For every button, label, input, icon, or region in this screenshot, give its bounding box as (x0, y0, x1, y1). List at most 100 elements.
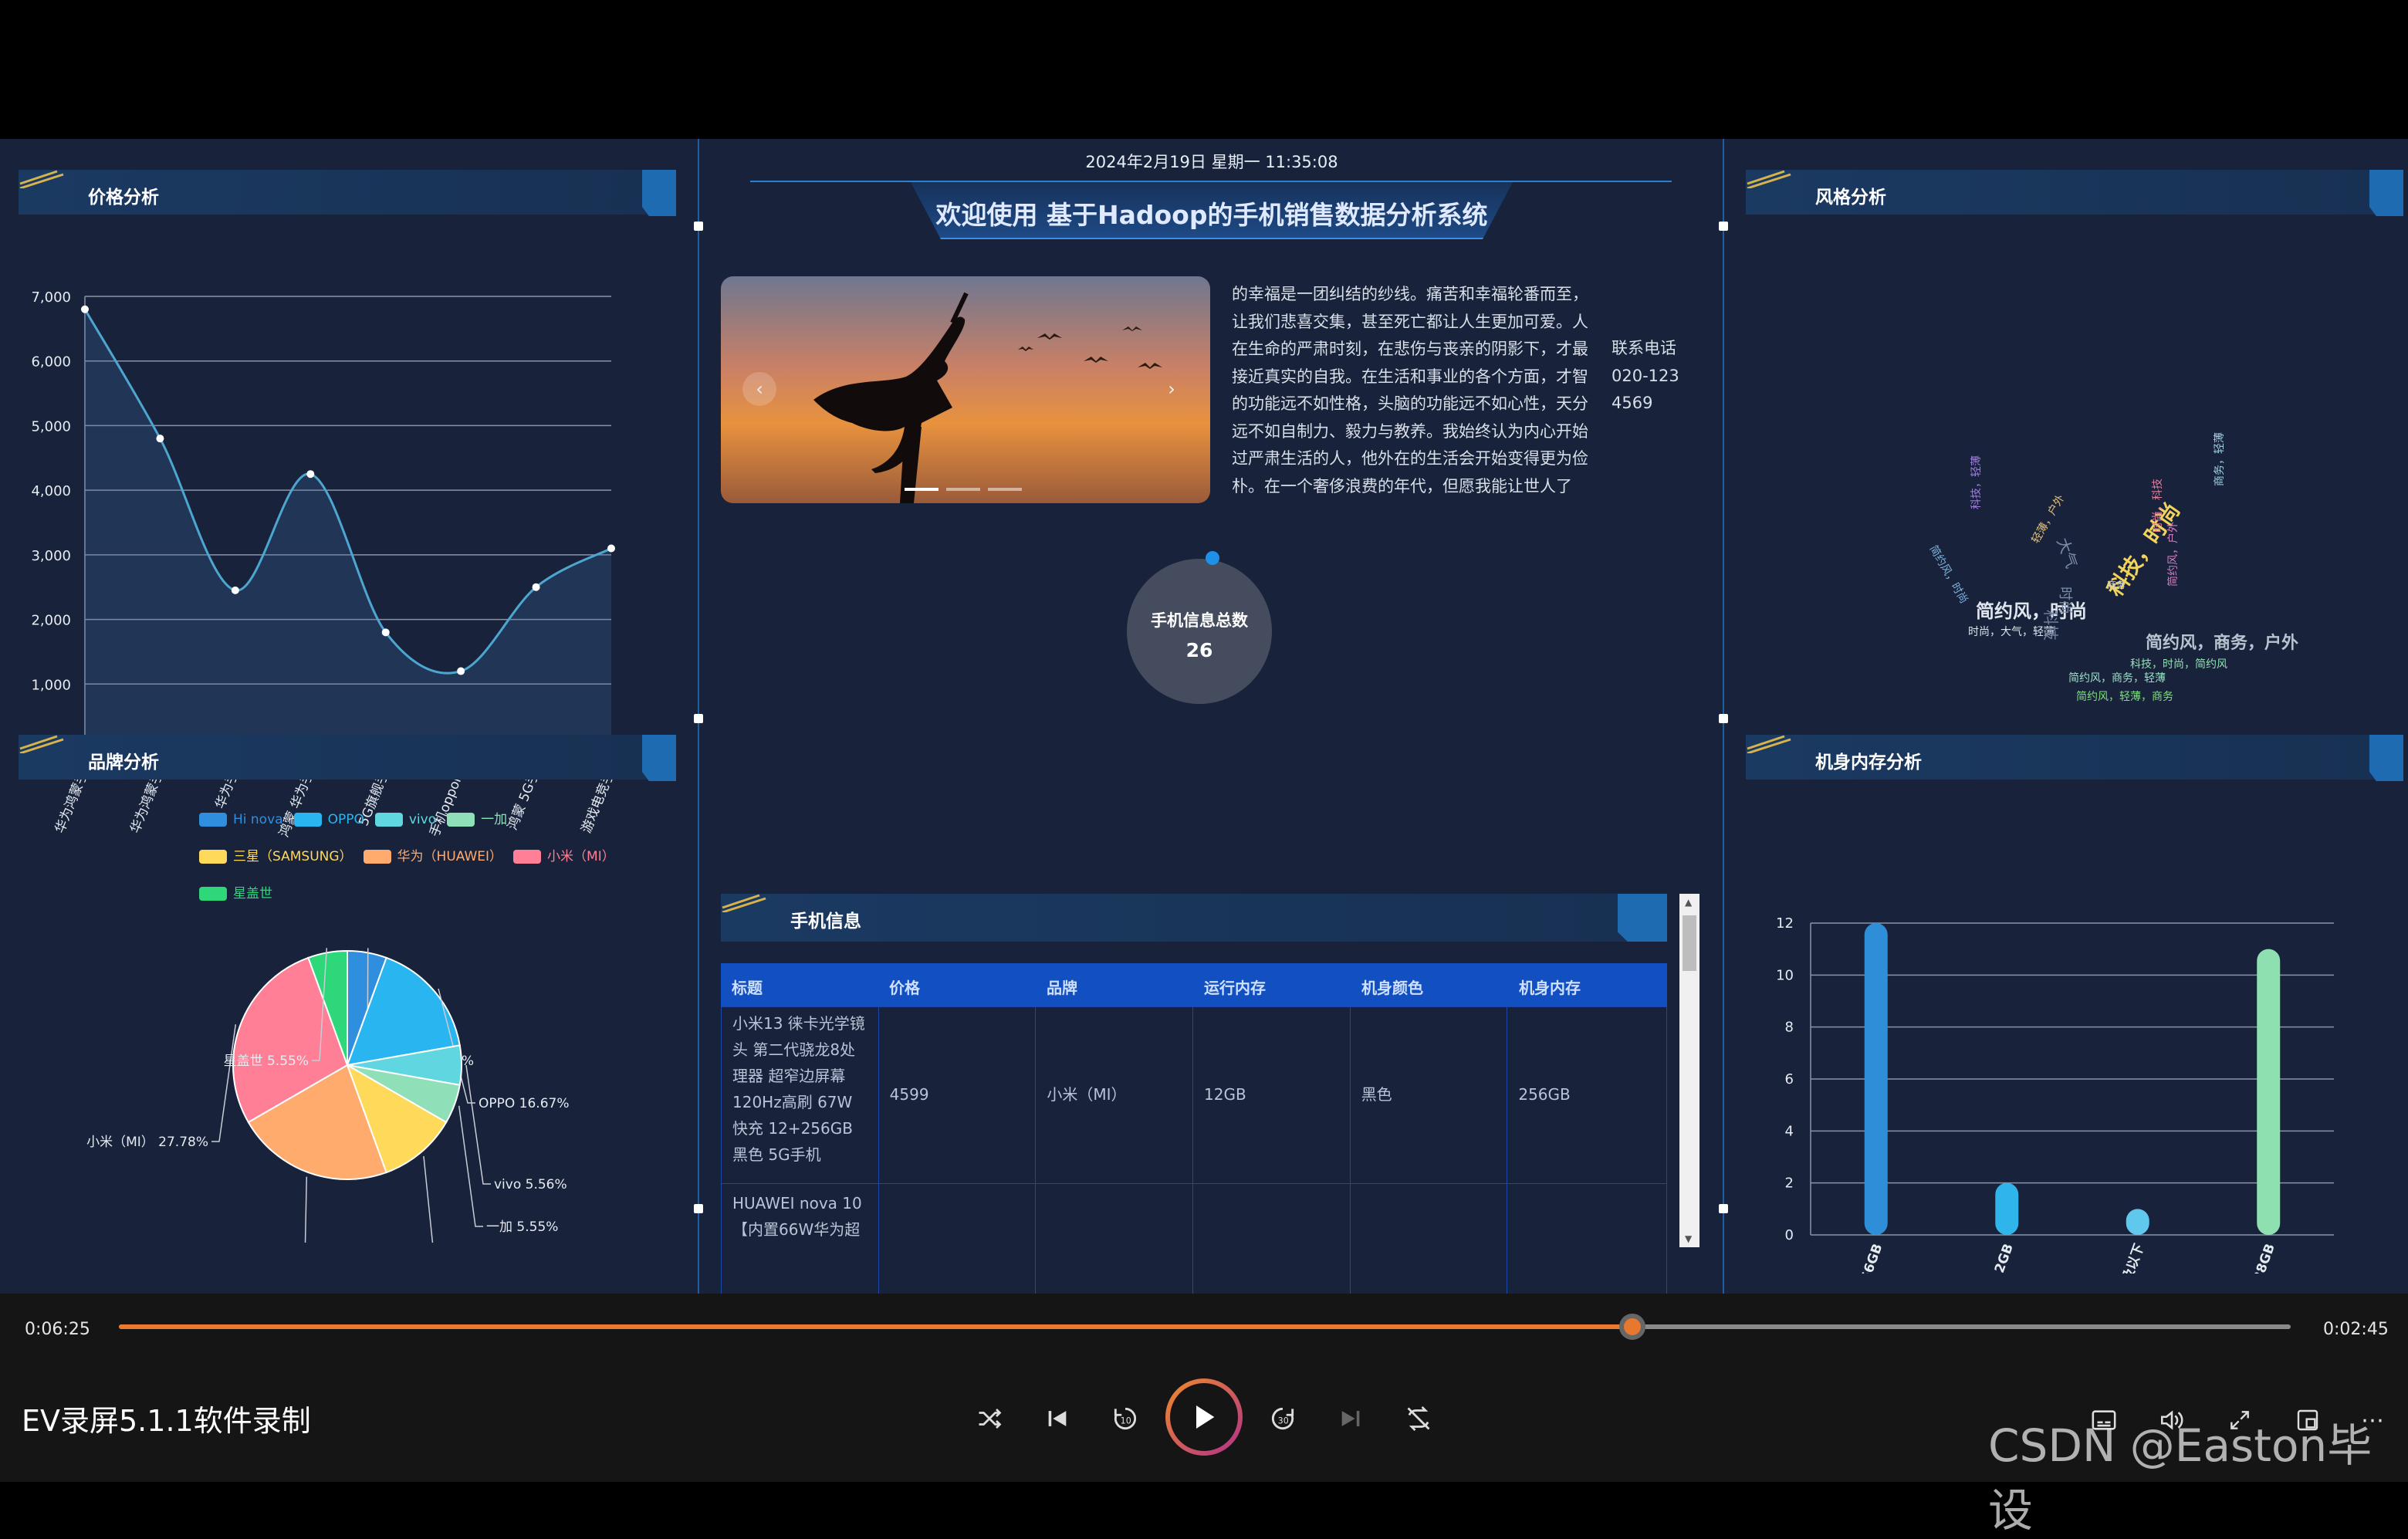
pie-label: vivo 5.56% (494, 1177, 567, 1192)
legend-item[interactable]: Hi nova (199, 803, 283, 837)
y-tick-label: 6,000 (31, 354, 71, 370)
progress-knob[interactable] (1619, 1314, 1646, 1340)
header-tag (642, 170, 676, 216)
divider-node (1719, 222, 1728, 231)
rewind-10-icon[interactable]: 10 (1110, 1403, 1141, 1434)
legend-item[interactable]: OPPO (293, 803, 364, 837)
stripes-icon (19, 735, 64, 753)
y-tick-label: 2,000 (31, 613, 71, 629)
style-panel-header: 风格分析 (1746, 170, 2403, 216)
word-cloud-word: 轻薄，户外 (2029, 492, 2068, 546)
word-cloud-word: 简约风，商务，轻薄 (2068, 671, 2166, 685)
table-row[interactable]: 小米13 徕卡光学镜头 第二代骁龙8处理器 超窄边屏幕 120Hz高刷 67W快… (721, 1006, 1667, 1184)
phones-panel-title: 手机信息 (790, 912, 861, 932)
x-tick-label: 64GB及以下 (2106, 1242, 2148, 1273)
column-header: 价格 (889, 979, 920, 997)
price-panel-title: 价格分析 (88, 188, 159, 208)
carousel-prev-button[interactable]: ‹ (742, 372, 776, 406)
scroll-thumb[interactable] (1683, 915, 1696, 971)
shuffle-icon[interactable] (974, 1403, 1005, 1434)
table-header-row: 标题 价格 品牌 运行内存 机身颜色 机身内存 (721, 963, 1667, 1006)
legend-swatch (374, 813, 403, 827)
brand-panel-title: 品牌分析 (88, 753, 159, 773)
legend-swatch (199, 813, 227, 827)
data-point (81, 305, 89, 313)
top-black-bar (0, 0, 2408, 139)
cell-title: 小米13 徕卡光学镜头 第二代骁龙8处理器 超窄边屏幕 120Hz高刷 67W快… (722, 1007, 879, 1183)
memory-bar (2257, 949, 2281, 1235)
word-cloud-word: 科技，时尚，简约风 (2130, 658, 2227, 671)
pie-label-line (304, 1176, 308, 1243)
memory-bar (1995, 1182, 2019, 1235)
carousel-next-button[interactable]: › (1155, 372, 1189, 406)
y-tick-label: 4 (1785, 1123, 1794, 1139)
cell-color: 黑色 (1351, 1007, 1508, 1183)
legend-label: 小米（MI） (547, 849, 615, 864)
data-point (306, 470, 315, 479)
svg-text:10: 10 (1121, 1416, 1131, 1426)
word-cloud-word: 大气 (2053, 536, 2081, 571)
line-area (85, 309, 611, 749)
legend-swatch (199, 850, 227, 864)
scroll-down-arrow[interactable]: ▼ (1685, 1233, 1692, 1244)
progress-track[interactable] (119, 1314, 2291, 1340)
legend-item[interactable]: 华为（HUAWEI） (363, 840, 503, 874)
memory-bar-chart: 0 2 4 6 8 10 12 256GB 512GB 64GB及以下 128GB (1776, 915, 2334, 1273)
elapsed-time: 0:06:25 (25, 1320, 90, 1339)
brand-legend[interactable]: Hi nova OPPO vivo 一加三星（SAMSUNG） 华为（HUAWEI） 小米… (199, 803, 678, 914)
previous-icon[interactable] (1042, 1403, 1073, 1434)
y-tick-label: 6 (1785, 1071, 1794, 1087)
carousel-dot-active[interactable] (905, 488, 939, 491)
word-cloud-word: 科技，轻薄 (1970, 455, 1983, 509)
legend-label: OPPO (327, 812, 364, 827)
hero-carousel[interactable]: ‹ › (721, 276, 1210, 503)
scroll-up-arrow[interactable]: ▲ (1685, 897, 1692, 908)
column-header: 机身颜色 (1361, 979, 1423, 997)
total-circle-dot (1206, 551, 1219, 565)
x-tick-label: 512GB (1986, 1242, 2017, 1273)
stripes-icon (722, 894, 766, 912)
data-point (381, 628, 390, 637)
carousel-dot[interactable] (988, 488, 1022, 491)
memory-bar (1864, 923, 1888, 1235)
y-tick-label: 4,000 (31, 483, 71, 499)
legend-item[interactable]: 三星（SAMSUNG） (199, 840, 353, 874)
legend-item[interactable]: 一加 (447, 803, 507, 837)
next-icon[interactable] (1335, 1403, 1366, 1434)
data-point (607, 544, 615, 553)
repeat-off-icon[interactable] (1403, 1403, 1434, 1434)
pie-label-line (211, 1024, 237, 1142)
pie-label: OPPO 16.67% (479, 1096, 570, 1111)
carousel-dot[interactable] (946, 488, 980, 491)
play-button[interactable] (1165, 1378, 1243, 1456)
forward-30-icon[interactable]: 30 (1267, 1403, 1298, 1434)
intro-text: 的幸福是一团纠结的纱线。痛苦和幸福轮番而至，让我们悲喜交集，甚至死亡都让人生更加… (1232, 285, 1588, 496)
y-tick-label: 0 (1785, 1227, 1794, 1243)
progress-fill (119, 1324, 1633, 1329)
table-scrollbar[interactable]: ▲ ▼ (1679, 894, 1699, 1247)
column-header: 标题 (732, 979, 763, 997)
word-cloud-word: 时尚，科技 (2152, 479, 2164, 533)
divider-node (1719, 714, 1728, 723)
app-title: EV录屏5.1.1软件录制 (22, 1404, 311, 1438)
pie-label-line (458, 1105, 483, 1227)
legend-label: 一加 (481, 812, 508, 827)
title-banner (750, 181, 1672, 182)
legend-label: 华为（HUAWEI） (397, 849, 503, 864)
memory-bar (2126, 1209, 2149, 1235)
word-cloud-word: 简约风，时尚 (1927, 543, 1971, 606)
y-tick-label: 10 (1776, 967, 1794, 983)
stripes-icon (1747, 170, 1791, 188)
legend-item[interactable]: 星盖世 (199, 877, 272, 911)
dashboard: 价格分析 0 1,000 2,000 3,000 4,000 5,000 6,000 7,00… (0, 139, 2408, 1361)
pie-label: 一加 5.55% (486, 1219, 558, 1235)
x-tick-label: 256GB (1855, 1242, 1885, 1273)
data-point (156, 435, 164, 443)
divider-node (694, 1204, 703, 1213)
legend-item[interactable]: 小米（MI） (513, 840, 615, 874)
divider-node (694, 714, 703, 723)
svg-text:30: 30 (1278, 1416, 1289, 1426)
pie-label-line (465, 1064, 491, 1185)
legend-item[interactable]: vivo (374, 803, 436, 837)
y-tick-label: 5,000 (31, 418, 71, 435)
